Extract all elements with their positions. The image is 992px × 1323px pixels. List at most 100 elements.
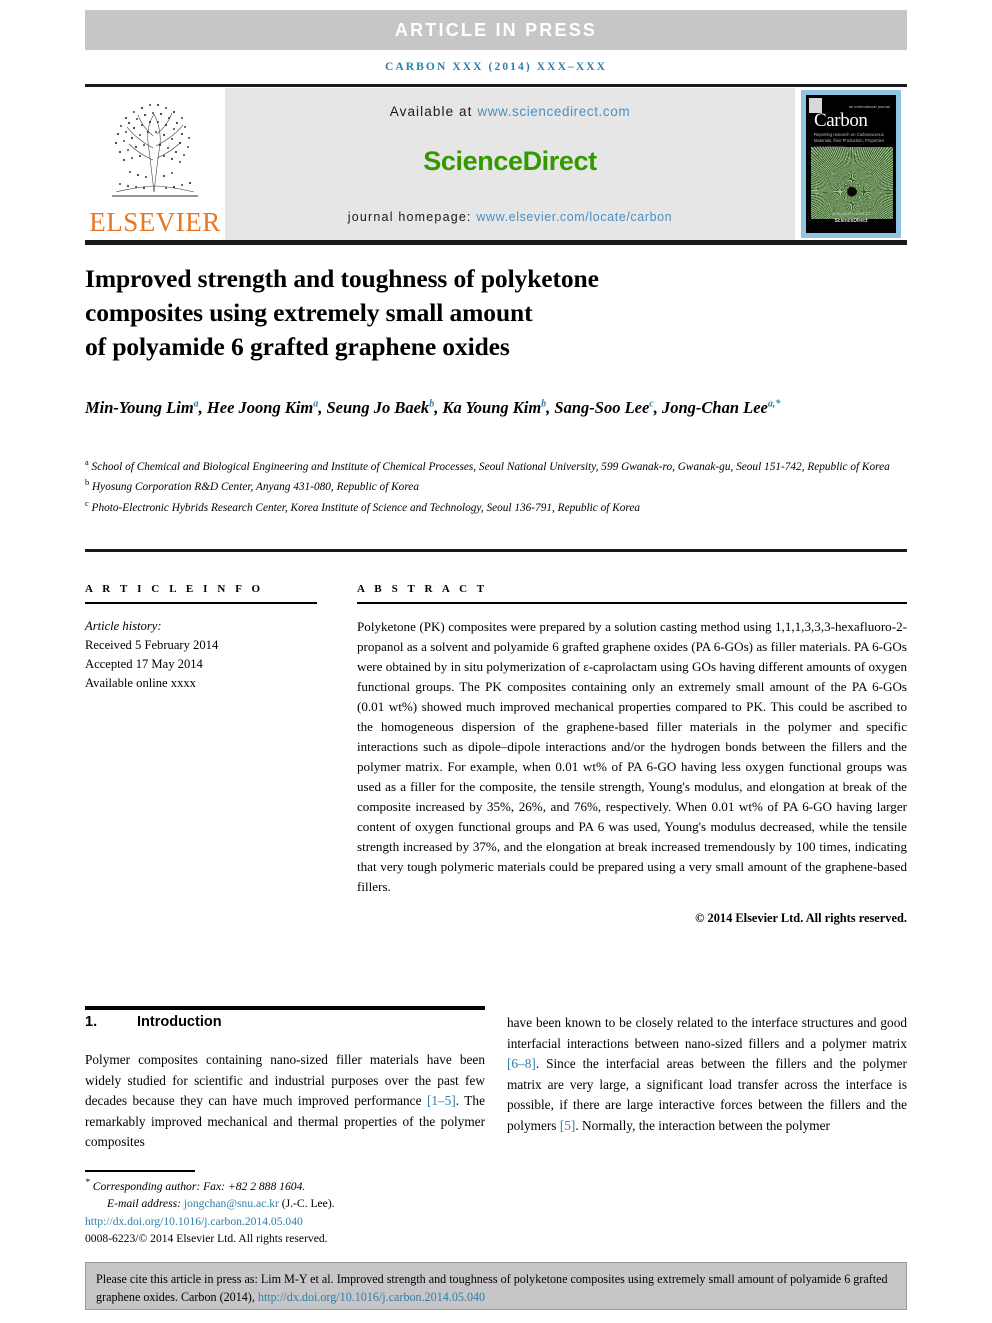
journal-homepage-prefix: journal homepage: (347, 210, 477, 224)
journal-cover-slot: an international journal Carbon Reportin… (795, 88, 907, 240)
author-name: Hee Joong Kim (206, 398, 314, 417)
introduction-column-right: have been known to be closely related to… (507, 1013, 907, 1137)
author-name: Min-Young Lim (85, 398, 194, 417)
introduction-number: 1. (85, 1014, 98, 1030)
affiliation-marker: a (85, 458, 89, 467)
title-line-3: of polyamide 6 grafted graphene oxides (85, 332, 510, 362)
please-cite-text: Please cite this article in press as: Li… (96, 1272, 888, 1305)
email-link[interactable]: jongchan@snu.ac.kr (184, 1197, 279, 1210)
affiliation-marker: b (85, 478, 90, 488)
affiliation-text: Photo-Electronic Hybrids Research Center… (91, 501, 641, 514)
author-2: Hee Joong Kima (207, 398, 318, 417)
header-rule (85, 84, 907, 87)
email-label: E-mail address: (107, 1196, 184, 1210)
intro-left-text-1: Polymer composites containing nano-sized… (85, 1052, 485, 1109)
cover-title: Carbon (814, 110, 868, 131)
author-4: Ka Young Kimb (442, 398, 546, 417)
cover-artwork (811, 147, 893, 219)
article-info-heading: A R T I C L E I N F O (85, 583, 264, 595)
footnote-block: * Corresponding author: Fax: +82 2 888 1… (85, 1176, 505, 1247)
article-in-press-label: ARTICLE IN PRESS (394, 19, 598, 40)
affiliation-list: a School of Chemical and Biological Engi… (85, 456, 907, 517)
elsevier-tree-icon (112, 103, 198, 197)
please-cite-box: Please cite this article in press as: Li… (85, 1262, 907, 1310)
corresponding-author-note: * Corresponding author: Fax: +82 2 888 1… (85, 1176, 505, 1195)
cover-supertitle: an international journal (848, 105, 890, 109)
doi-link[interactable]: http://dx.doi.org/10.1016/j.carbon.2014.… (85, 1213, 505, 1230)
cover-footer: AVAILABLE ONLINE AT ScienceDirect (806, 211, 896, 226)
author-affil-marker[interactable]: c (649, 399, 653, 410)
abstract-body: Polyketone (PK) composites were prepared… (357, 619, 907, 895)
author-affil-marker[interactable]: a (194, 399, 199, 410)
article-in-press-band: ARTICLE IN PRESS (85, 10, 907, 50)
article-history-received: Received 5 February 2014 (85, 638, 219, 653)
author-affil-marker[interactable]: b (429, 399, 434, 410)
abstract-copyright: © 2014 Elsevier Ltd. All rights reserved… (695, 911, 907, 926)
title-line-2: composites using extremely small amount (85, 298, 533, 328)
sciencedirect-url[interactable]: www.sciencedirect.com (477, 104, 630, 119)
citation-ref-6-8[interactable]: [6–8] (507, 1056, 536, 1071)
author-affil-marker[interactable]: a,* (768, 399, 781, 410)
title-line-1: Improved strength and toughness of polyk… (85, 264, 599, 293)
email-note: E-mail address: jongchan@snu.ac.kr (J.-C… (85, 1195, 505, 1212)
citation-ref-5[interactable]: [5] (560, 1118, 576, 1133)
introduction-column-left: Polymer composites containing nano-sized… (85, 1050, 485, 1153)
elsevier-wordmark: ELSEVIER (89, 207, 221, 237)
author-name: Sang-Soo Lee (554, 398, 650, 417)
cover-footer-line2: ScienceDirect (834, 218, 868, 224)
affiliation-c: c Photo-Electronic Hybrids Research Cent… (85, 497, 907, 517)
author-affil-marker[interactable]: a (313, 399, 318, 410)
cover-footer-line1: AVAILABLE ONLINE AT (831, 211, 871, 216)
article-info-section: A R T I C L E I N F O Article history: R… (85, 583, 317, 694)
introduction-rule (85, 1006, 485, 1010)
journal-reference: CARBON XXX (2014) XXX–XXX (384, 61, 608, 73)
author-5: Sang-Soo Leec (554, 398, 653, 417)
journal-reference-row: CARBON XXX (2014) XXX–XXX (85, 52, 907, 82)
affiliation-b: b Hyosung Corporation R&D Center, Anyang… (85, 476, 907, 496)
page-title: Improved strength and toughness of polyk… (85, 262, 845, 364)
article-history: Article history: Received 5 February 201… (85, 617, 317, 694)
affiliation-marker: c (85, 498, 89, 508)
available-at-prefix: Available at (389, 104, 478, 119)
corresponding-author-marker: * (85, 1177, 90, 1188)
issn-copyright: 0008-6223/© 2014 Elsevier Ltd. All right… (85, 1231, 328, 1245)
elsevier-logo: ELSEVIER (85, 88, 225, 240)
article-history-online: Available online xxxx (85, 676, 196, 691)
abstract-section-rule (85, 549, 907, 552)
journal-homepage-line: journal homepage: www.elsevier.com/locat… (348, 210, 672, 224)
affiliation-text: School of Chemical and Biological Engine… (91, 460, 890, 473)
author-affil-marker[interactable]: b (541, 399, 546, 410)
carbon-journal-cover: an international journal Carbon Reportin… (801, 90, 901, 238)
author-1: Min-Young Lima (85, 398, 199, 417)
author-6: Jong-Chan Leea,* (662, 398, 780, 417)
abstract-section: A B S T R A C T Polyketone (PK) composit… (357, 583, 907, 926)
author-list: Min-Young Lima, Hee Joong Kima, Seung Jo… (85, 398, 781, 417)
article-page: ARTICLE IN PRESS CARBON XXX (2014) XXX–X… (0, 0, 992, 1323)
footnote-rule (85, 1170, 195, 1172)
sciencedirect-logo[interactable]: ScienceDirect (423, 146, 597, 177)
abstract-heading: A B S T R A C T (357, 583, 488, 595)
article-info-underline (85, 602, 317, 604)
introduction-heading: 1. Introduction (85, 1014, 485, 1030)
article-history-label: Article history: (85, 619, 162, 633)
author-name: Seung Jo Baek (326, 398, 430, 417)
article-history-accepted: Accepted 17 May 2014 (85, 657, 203, 672)
journal-homepage-url[interactable]: www.elsevier.com/locate/carbon (476, 210, 672, 224)
affiliation-a: a School of Chemical and Biological Engi… (85, 456, 907, 476)
corresponding-author-text: Corresponding author: Fax: +82 2 888 160… (92, 1179, 306, 1193)
intro-right-text-3: . Normally, the interaction between the … (575, 1118, 830, 1134)
author-name: Ka Young Kim (442, 398, 542, 417)
intro-right-text-1: have been known to be closely related to… (507, 1015, 907, 1051)
abstract-underline (357, 602, 907, 604)
introduction-title: Introduction (137, 1014, 222, 1030)
banner-bottom-rule (85, 240, 907, 245)
author-name: Jong-Chan Lee (662, 398, 768, 417)
email-suffix: (J.-C. Lee). (278, 1196, 335, 1210)
affiliation-text: Hyosung Corporation R&D Center, Anyang 4… (92, 481, 419, 494)
sciencedirect-banner: ELSEVIER Available at www.sciencedirect.… (85, 88, 907, 240)
available-at-line: Available at www.sciencedirect.com (390, 104, 631, 119)
please-cite-doi[interactable]: http://dx.doi.org/10.1016/j.carbon.2014.… (258, 1290, 485, 1304)
citation-ref-1-5[interactable]: [1–5] (427, 1093, 456, 1108)
sciencedirect-panel: Available at www.sciencedirect.com Scien… (225, 88, 795, 240)
author-3: Seung Jo Baekb (327, 398, 435, 417)
